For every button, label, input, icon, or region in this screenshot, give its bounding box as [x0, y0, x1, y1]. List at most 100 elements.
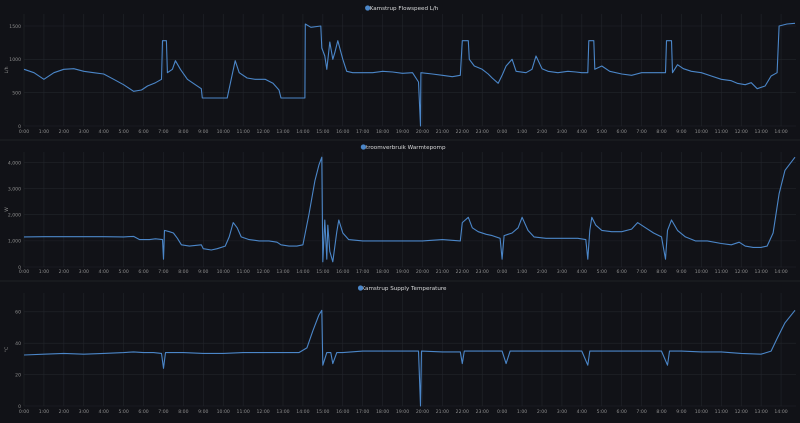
panel-background [0, 281, 800, 419]
x-tick-label: 1:00 [39, 129, 49, 135]
x-tick-label: 23:00 [476, 129, 489, 135]
x-tick-label: 14:00 [774, 409, 787, 415]
x-tick-label: 10:00 [217, 129, 230, 135]
x-tick-label: 9:00 [198, 269, 208, 275]
x-tick-label: 12:00 [735, 409, 748, 415]
x-tick-label: 16:00 [336, 269, 349, 275]
x-tick-label: 3:00 [79, 409, 89, 415]
x-tick-label: 15:00 [316, 269, 329, 275]
x-tick-label: 14:00 [296, 409, 309, 415]
x-tick-label: 11:00 [237, 129, 250, 135]
x-tick-label: 3:00 [79, 129, 89, 135]
x-tick-label: 8:00 [178, 129, 188, 135]
x-tick-label: 10:00 [217, 269, 230, 275]
x-tick-label: 8:00 [178, 269, 188, 275]
x-tick-label: 1:00 [39, 409, 49, 415]
x-tick-label: 13:00 [276, 409, 289, 415]
x-tick-label: 9:00 [676, 129, 686, 135]
dashboard: Kamstrup Flowspeed L/h 0 500 1000 1500 L/h 0:0… [0, 0, 800, 419]
x-tick-label: 9:00 [198, 409, 208, 415]
x-tick-label: 18:00 [376, 409, 389, 415]
x-tick-label: 4:00 [99, 129, 109, 135]
x-tick-label: 19:00 [396, 269, 409, 275]
x-tick-label: 14:00 [296, 129, 309, 135]
legend-dot [360, 144, 366, 150]
x-tick-label: 5:00 [118, 269, 128, 275]
x-tick-label: 7:00 [158, 129, 168, 135]
x-tick-label: 21:00 [436, 269, 449, 275]
x-tick-label: 5:00 [597, 409, 607, 415]
x-tick-label: 15:00 [316, 409, 329, 415]
x-tick-label: 5:00 [118, 409, 128, 415]
y-tick-label: 1000 [9, 57, 21, 63]
x-tick-label: 3:00 [557, 269, 567, 275]
x-tick-label: 21:00 [436, 129, 449, 135]
x-tick-label: 4:00 [99, 269, 109, 275]
y-tick-label: 60 [15, 310, 21, 316]
x-tick-label: 22:00 [456, 269, 469, 275]
x-tick-label: 17:00 [356, 409, 369, 415]
y-tick-label: 20 [15, 372, 21, 378]
y-axis-label: L/h [4, 66, 10, 73]
x-tick-label: 6:00 [617, 409, 627, 415]
x-tick-label: 8:00 [178, 409, 188, 415]
x-tick-label: 10:00 [217, 409, 230, 415]
x-tick-label: 8:00 [656, 409, 666, 415]
legend-label: Stroomverbruik Warmtepomp [362, 145, 446, 151]
x-tick-label: 19:00 [396, 409, 409, 415]
x-tick-label: 7:00 [636, 129, 646, 135]
x-tick-label: 4:00 [577, 409, 587, 415]
x-tick-label: 1:00 [517, 129, 527, 135]
x-tick-label: 5:00 [597, 269, 607, 275]
x-tick-label: 10:00 [695, 409, 708, 415]
x-tick-label: 8:00 [656, 269, 666, 275]
x-tick-label: 0:00 [497, 409, 507, 415]
x-tick-label: 20:00 [416, 269, 429, 275]
x-tick-label: 13:00 [755, 269, 768, 275]
y-tick-label: 3,000 [8, 186, 21, 192]
x-tick-label: 9:00 [676, 409, 686, 415]
x-tick-label: 4:00 [577, 129, 587, 135]
x-tick-label: 13:00 [276, 269, 289, 275]
x-tick-label: 15:00 [316, 129, 329, 135]
legend-dot [357, 285, 364, 291]
y-tick-label: 0 [18, 124, 21, 130]
x-tick-label: 2:00 [537, 269, 547, 275]
x-tick-label: 4:00 [577, 269, 587, 275]
y-axis-label: °C [4, 347, 10, 353]
x-tick-label: 10:00 [695, 269, 708, 275]
x-tick-label: 11:00 [715, 409, 728, 415]
x-tick-label: 6:00 [617, 129, 627, 135]
legend-label: Kamstrup Flowspeed L/h [370, 6, 439, 12]
x-tick-label: 2:00 [59, 269, 69, 275]
y-tick-label: 2,000 [8, 213, 21, 219]
x-tick-label: 2:00 [537, 129, 547, 135]
x-tick-label: 12:00 [735, 269, 748, 275]
x-tick-label: 0:00 [19, 269, 29, 275]
x-tick-label: 6:00 [138, 409, 148, 415]
x-tick-label: 12:00 [256, 269, 269, 275]
x-tick-label: 9:00 [198, 129, 208, 135]
x-tick-label: 6:00 [138, 269, 148, 275]
x-tick-label: 12:00 [256, 409, 269, 415]
x-tick-label: 20:00 [416, 409, 429, 415]
legend-label: Kamstrup Supply Temperature [361, 286, 447, 292]
x-tick-label: 23:00 [476, 269, 489, 275]
x-tick-label: 18:00 [376, 269, 389, 275]
x-tick-label: 4:00 [99, 409, 109, 415]
x-tick-label: 0:00 [19, 129, 29, 135]
legend-dot [365, 5, 371, 11]
x-tick-label: 2:00 [59, 409, 69, 415]
x-tick-label: 23:00 [476, 409, 489, 415]
y-tick-label: 0 [18, 404, 21, 410]
x-tick-label: 13:00 [755, 129, 768, 135]
x-tick-label: 11:00 [237, 269, 250, 275]
x-tick-label: 18:00 [376, 129, 389, 135]
x-tick-label: 17:00 [356, 269, 369, 275]
x-tick-label: 21:00 [436, 409, 449, 415]
x-tick-label: 5:00 [597, 129, 607, 135]
x-tick-label: 22:00 [456, 129, 469, 135]
x-tick-label: 2:00 [537, 409, 547, 415]
x-tick-label: 9:00 [676, 269, 686, 275]
x-tick-label: 7:00 [636, 269, 646, 275]
